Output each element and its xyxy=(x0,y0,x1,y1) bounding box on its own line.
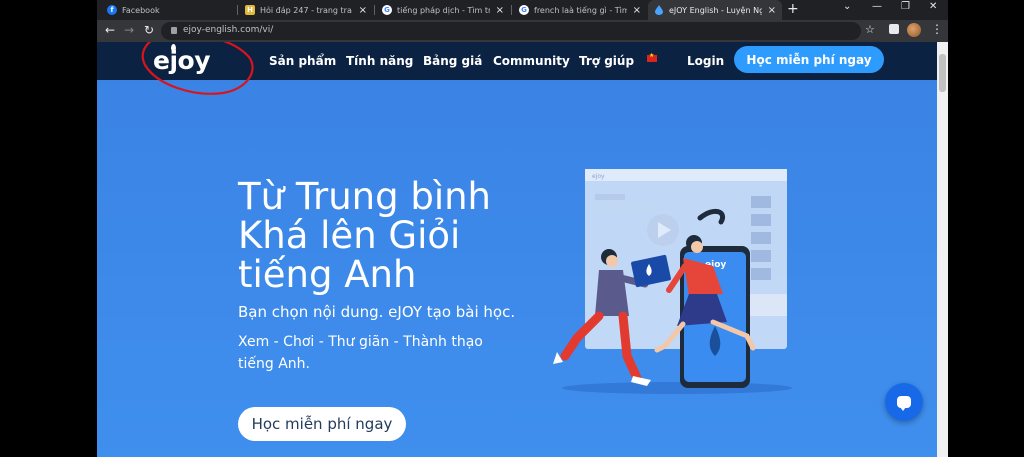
profile-avatar[interactable] xyxy=(907,23,921,37)
browser-menu-icon[interactable]: ⋮ xyxy=(931,22,943,36)
google-icon: G xyxy=(382,5,392,15)
facebook-icon: f xyxy=(107,5,117,15)
page-scrollbar[interactable] xyxy=(937,42,948,457)
extensions-icon[interactable] xyxy=(889,24,899,34)
reload-icon[interactable]: ↻ xyxy=(144,23,154,37)
browser-toolbar: ← → ↻ ejoy-english.com/vi/ ☆ ⋮ xyxy=(97,20,948,42)
chat-bubble-icon xyxy=(897,396,911,411)
tab-search-icon[interactable]: ⌄ xyxy=(843,1,851,12)
hero-description: Xem - Chơi - Thư giãn - Thành thạo tiếng… xyxy=(238,334,483,372)
bookmark-star-icon[interactable]: ☆ xyxy=(865,23,875,36)
tab-facebook[interactable]: f Facebook xyxy=(101,0,236,20)
ejoy-logo[interactable]: ejoy xyxy=(153,46,211,75)
restore-button[interactable]: ❐ xyxy=(901,1,910,12)
google-icon: G xyxy=(519,5,529,15)
tab-separator xyxy=(374,5,375,15)
close-tab-icon[interactable]: × xyxy=(359,5,367,16)
tab-separator xyxy=(237,5,238,15)
scrollbar-thumb[interactable] xyxy=(939,54,946,92)
new-tab-button[interactable]: + xyxy=(787,1,799,17)
close-tab-icon[interactable]: × xyxy=(768,5,776,16)
tab-separator xyxy=(511,5,512,15)
hero-title-line: tiếng Anh xyxy=(238,253,417,296)
login-link[interactable]: Login xyxy=(687,54,724,68)
webpage: ejoy Sản phẩm Tính năng Bảng giá Communi… xyxy=(97,42,937,457)
logo-drop-icon xyxy=(171,44,176,51)
lock-icon[interactable] xyxy=(171,27,177,34)
close-tab-icon[interactable]: × xyxy=(496,5,504,16)
ground-shadow xyxy=(562,382,792,394)
minimize-button[interactable]: — xyxy=(872,1,882,12)
browser-window: f Facebook H Hỏi đáp 247 - trang tra lời… xyxy=(97,0,948,457)
hero-illustration: ejoy ejoy xyxy=(553,169,792,394)
url-text[interactable]: ejoy-english.com/vi/ xyxy=(183,25,273,35)
vietnam-flag-icon[interactable] xyxy=(647,52,657,62)
nav-item-bang-gia[interactable]: Bảng giá xyxy=(423,54,482,68)
tab-ejoy[interactable]: eJOY English - Luyện Nghe - × xyxy=(648,0,782,20)
close-window-button[interactable]: ✕ xyxy=(929,1,937,12)
nav-item-san-pham[interactable]: Sản phẩm xyxy=(269,54,336,68)
site-header: ejoy Sản phẩm Tính năng Bảng giá Communi… xyxy=(97,42,937,80)
forward-arrow-icon[interactable]: → xyxy=(124,23,134,37)
hero-title-line: Khá lên Giỏi xyxy=(238,214,461,257)
signup-button-header[interactable]: Học miễn phí ngay xyxy=(734,46,884,73)
chat-button[interactable] xyxy=(885,383,923,421)
tab-google-1[interactable]: G tiếng pháp dịch - Tìm trên G × xyxy=(376,0,510,20)
hero-subtitle: Bạn chọn nội dung. eJOY tạo bài học. xyxy=(238,303,516,321)
hero-title-line: Từ Trung bình xyxy=(238,175,492,218)
back-arrow-icon[interactable]: ← xyxy=(105,23,115,37)
nav-item-tinh-nang[interactable]: Tính năng xyxy=(346,54,413,68)
signup-button-hero[interactable]: Học miễn phí ngay xyxy=(238,407,406,441)
nav-item-tro-giup[interactable]: Trợ giúp xyxy=(579,54,634,68)
close-tab-icon[interactable]: × xyxy=(633,5,641,16)
address-bar[interactable]: ejoy-english.com/vi/ xyxy=(161,22,861,40)
tab-google-2[interactable]: G french laà tiếng gì - Tìm trên × xyxy=(513,0,647,20)
nav-item-community[interactable]: Community xyxy=(493,54,570,68)
window-logo-text: ejoy xyxy=(592,173,605,180)
tab-strip: f Facebook H Hỏi đáp 247 - trang tra lời… xyxy=(97,0,948,20)
tab-hoidap[interactable]: H Hỏi đáp 247 - trang tra lời × xyxy=(239,0,373,20)
hero-title: Từ Trung bình Khá lên Giỏi tiếng Anh xyxy=(238,177,548,294)
hoidap-icon: H xyxy=(245,5,255,15)
ejoy-drop-icon xyxy=(654,5,664,15)
